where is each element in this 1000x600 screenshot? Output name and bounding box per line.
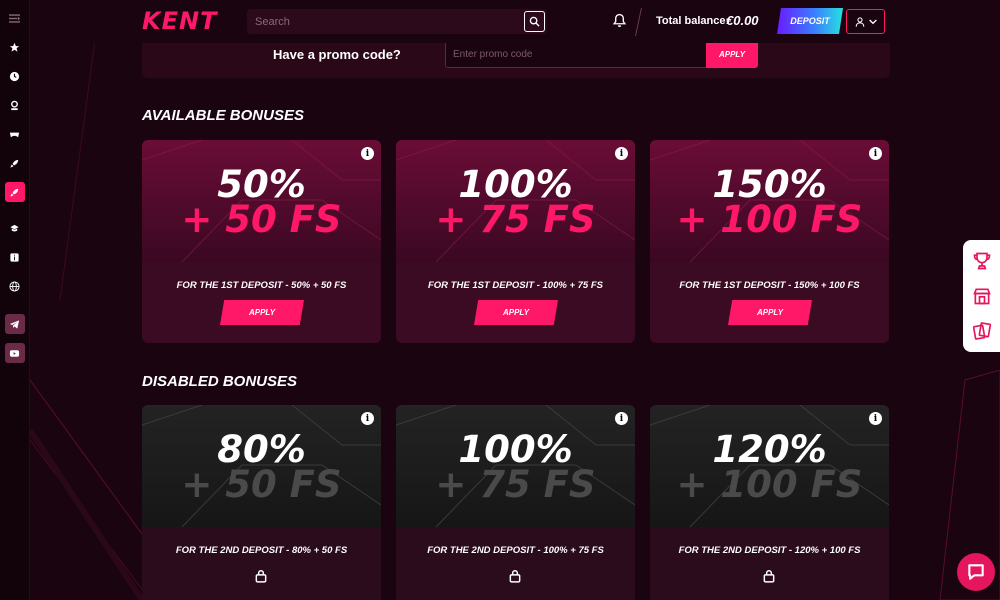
apply-bonus-button[interactable]: APPLY bbox=[474, 300, 558, 325]
lock-icon bbox=[254, 569, 268, 588]
disabled-bonuses-title: DISABLED BONUSES bbox=[142, 373, 298, 390]
bonus-free-spins: + 75 FS bbox=[435, 463, 596, 506]
sidebar-item-crash[interactable] bbox=[5, 153, 25, 173]
bonus-description: FOR THE 2ND DEPOSIT - 80% + 50 FS bbox=[175, 545, 348, 556]
promo-apply-button[interactable]: APPLY bbox=[706, 41, 758, 68]
quick-access-panel bbox=[963, 240, 1000, 352]
info-icon[interactable]: i bbox=[615, 147, 628, 160]
info-icon[interactable]: i bbox=[361, 412, 374, 425]
search-button[interactable] bbox=[524, 11, 545, 32]
sidebar-item-telegram[interactable] bbox=[4, 314, 25, 334]
bonus-description: FOR THE 2ND DEPOSIT - 100% + 75 FS bbox=[427, 545, 604, 556]
notifications-button[interactable] bbox=[612, 13, 627, 33]
youtube-icon bbox=[9, 349, 20, 357]
promo-code-bar: Have a promo code? APPLY bbox=[142, 41, 890, 78]
rocket-icon bbox=[10, 159, 19, 168]
info-icon[interactable]: i bbox=[361, 147, 374, 160]
apply-bonus-button[interactable]: APPLY bbox=[220, 300, 304, 325]
user-menu-button[interactable] bbox=[846, 9, 885, 34]
cards-icon[interactable] bbox=[972, 321, 992, 341]
disabled-bonus-card: i 100% + 75 FS FOR THE 2ND DEPOSIT - 100… bbox=[396, 405, 635, 600]
sidebar-item-promotions[interactable] bbox=[5, 218, 25, 238]
search-input[interactable] bbox=[247, 9, 517, 34]
user-badge-icon bbox=[11, 100, 18, 110]
info-icon[interactable]: i bbox=[615, 412, 628, 425]
sidebar-item-language[interactable] bbox=[5, 276, 25, 296]
telegram-icon bbox=[9, 319, 20, 329]
chevron-down-icon bbox=[868, 19, 877, 24]
disabled-bonus-card: i 80% + 50 FS FOR THE 2ND DEPOSIT - 80% … bbox=[142, 405, 381, 600]
promo-code-input[interactable] bbox=[445, 41, 707, 68]
info-icon[interactable]: i bbox=[869, 147, 882, 160]
bonus-free-spins: + 75 FS bbox=[435, 198, 596, 241]
bonus-card: i 150% + 100 FS FOR THE 1ST DEPOSIT - 15… bbox=[650, 140, 889, 343]
search-icon bbox=[529, 16, 540, 27]
gift-icon bbox=[10, 188, 19, 197]
bonus-free-spins: + 50 FS bbox=[181, 463, 342, 506]
gamepad-icon bbox=[9, 132, 20, 137]
bonus-free-spins: + 100 FS bbox=[676, 463, 863, 506]
balance-value: €0.00 bbox=[726, 13, 759, 28]
menu-icon bbox=[9, 13, 20, 23]
sidebar-item-live[interactable] bbox=[5, 95, 25, 115]
promo-label: Have a promo code? bbox=[273, 47, 401, 62]
sidebar-item-recent[interactable] bbox=[5, 66, 25, 86]
star-icon bbox=[9, 42, 20, 52]
sidebar-item-bonuses[interactable] bbox=[4, 182, 25, 202]
bonus-card: i 100% + 75 FS FOR THE 1ST DEPOSIT - 100… bbox=[396, 140, 635, 343]
header-divider bbox=[635, 8, 642, 36]
lock-icon bbox=[508, 569, 522, 588]
live-chat-button[interactable] bbox=[957, 553, 995, 591]
lock-icon bbox=[762, 569, 776, 588]
bonus-free-spins: + 100 FS bbox=[676, 198, 863, 241]
sidebar-item-youtube[interactable] bbox=[4, 343, 25, 363]
bell-icon bbox=[612, 13, 627, 27]
search-bar bbox=[247, 9, 547, 34]
bonus-description: FOR THE 2ND DEPOSIT - 120% + 100 FS bbox=[678, 545, 861, 556]
info-icon bbox=[10, 252, 19, 262]
bonus-free-spins: + 50 FS bbox=[181, 198, 342, 241]
user-icon bbox=[855, 16, 864, 27]
bonus-description: FOR THE 1ST DEPOSIT - 150% + 100 FS bbox=[679, 280, 860, 291]
available-bonuses-title: AVAILABLE BONUSES bbox=[142, 107, 304, 124]
logo[interactable]: KENT bbox=[142, 7, 217, 35]
info-icon[interactable]: i bbox=[869, 412, 882, 425]
menu-toggle-button[interactable] bbox=[5, 8, 25, 28]
globe-icon bbox=[9, 280, 20, 292]
apply-bonus-button[interactable]: APPLY bbox=[728, 300, 812, 325]
bonus-card: i 50% + 50 FS FOR THE 1ST DEPOSIT - 50% … bbox=[142, 140, 381, 343]
shop-icon[interactable] bbox=[972, 286, 992, 306]
clock-icon bbox=[9, 71, 20, 81]
sidebar-item-favorites[interactable] bbox=[5, 37, 25, 57]
balance-label: Total balance: bbox=[656, 15, 730, 27]
chat-icon bbox=[968, 564, 984, 580]
header: KENT Total balance: €0.00 DEPOSIT bbox=[30, 0, 1000, 43]
disabled-bonus-card: i 120% + 100 FS FOR THE 2ND DEPOSIT - 12… bbox=[650, 405, 889, 600]
sidebar-item-games[interactable] bbox=[5, 124, 25, 144]
bonus-description: FOR THE 1ST DEPOSIT - 100% + 75 FS bbox=[427, 280, 603, 291]
deposit-button[interactable]: DEPOSIT bbox=[777, 8, 843, 34]
sidebar bbox=[0, 0, 30, 600]
sidebar-item-info[interactable] bbox=[5, 247, 25, 267]
bonus-description: FOR THE 1ST DEPOSIT - 50% + 50 FS bbox=[176, 280, 347, 291]
trophy-icon[interactable] bbox=[972, 251, 992, 271]
ticket-icon bbox=[10, 224, 19, 231]
